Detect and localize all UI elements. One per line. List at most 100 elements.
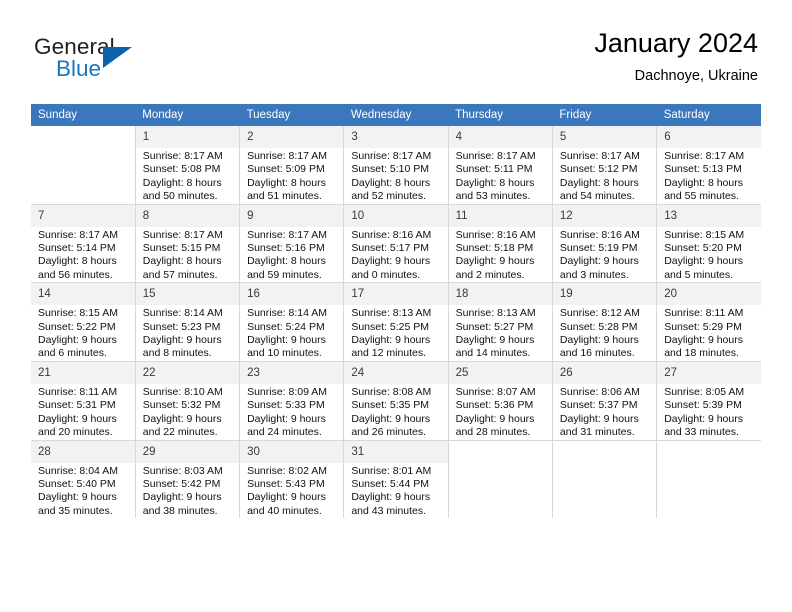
day-detail-line: Sunrise: 8:06 AM bbox=[559, 385, 640, 398]
day-detail-line: and 52 minutes. bbox=[351, 190, 427, 203]
day-detail-lines: Sunrise: 8:06 AM Sunset: 5:37 PM Daylight:… bbox=[553, 384, 656, 440]
day-detail-lines: Sunrise: 8:08 AM Sunset: 5:35 PM Daylight:… bbox=[344, 384, 447, 440]
day-number: 3 bbox=[344, 126, 448, 148]
day-detail-line: Sunrise: 8:16 AM bbox=[351, 228, 432, 241]
day-detail-lines: Sunrise: 8:09 AM Sunset: 5:33 PM Daylight:… bbox=[240, 384, 343, 440]
calendar-day-cell[interactable]: 25 Sunrise: 8:07 AM Sunset: 5:36 PM Dayligh… bbox=[448, 361, 553, 441]
calendar-body: 1 Sunrise: 8:17 AM Sunset: 5:08 PM Daylight… bbox=[31, 126, 761, 519]
day-detail-lines: Sunrise: 8:17 AM Sunset: 5:14 PM Daylight:… bbox=[31, 227, 135, 283]
logo-text-blue: Blue bbox=[56, 56, 102, 81]
day-detail-line: Sunrise: 8:11 AM bbox=[664, 307, 744, 320]
calendar-day-cell[interactable]: 28 Sunrise: 8:04 AM Sunset: 5:40 PM Dayligh… bbox=[31, 440, 136, 519]
calendar-day-cell[interactable]: 2 Sunrise: 8:17 AM Sunset: 5:09 PM Daylight… bbox=[239, 126, 345, 205]
day-detail-line: Daylight: 9 hours bbox=[142, 491, 222, 504]
calendar-day-cell[interactable]: 11 Sunrise: 8:16 AM Sunset: 5:18 PM Dayligh… bbox=[448, 204, 553, 284]
day-detail-line: Daylight: 8 hours bbox=[38, 255, 117, 268]
calendar-day-cell[interactable]: 15 Sunrise: 8:14 AM Sunset: 5:23 PM Dayligh… bbox=[135, 282, 241, 362]
weekday-header-wednesday: Wednesday bbox=[343, 104, 449, 126]
day-detail-lines bbox=[553, 449, 656, 451]
calendar-day-cell[interactable]: 6 Sunrise: 8:17 AM Sunset: 5:13 PM Daylight… bbox=[656, 126, 761, 205]
day-detail-line: Sunrise: 8:08 AM bbox=[351, 385, 432, 398]
day-detail-line: Sunset: 5:40 PM bbox=[38, 477, 116, 490]
day-detail-line: Sunrise: 8:13 AM bbox=[455, 307, 536, 320]
day-detail-line: Sunrise: 8:17 AM bbox=[142, 150, 223, 162]
calendar-day-cell[interactable]: 27 Sunrise: 8:05 AM Sunset: 5:39 PM Dayligh… bbox=[656, 361, 761, 441]
day-detail-line: Sunset: 5:42 PM bbox=[142, 477, 221, 490]
calendar-day-cell[interactable]: 12 Sunrise: 8:16 AM Sunset: 5:19 PM Dayligh… bbox=[552, 204, 658, 284]
calendar-day-cell[interactable]: 3 Sunrise: 8:17 AM Sunset: 5:10 PM Daylight… bbox=[343, 126, 449, 205]
calendar-day-cell[interactable]: 17 Sunrise: 8:13 AM Sunset: 5:25 PM Dayligh… bbox=[343, 282, 449, 362]
calendar-day-cell[interactable]: 18 Sunrise: 8:13 AM Sunset: 5:27 PM Dayligh… bbox=[448, 282, 553, 362]
day-detail-line: Sunset: 5:15 PM bbox=[142, 242, 221, 255]
page-header: General Blue January 2024 Dachnoye, Ukra… bbox=[0, 26, 792, 96]
day-detail-line: and 50 minutes. bbox=[142, 190, 218, 203]
day-detail-line: Sunrise: 8:17 AM bbox=[247, 228, 328, 241]
day-detail-line: Sunrise: 8:16 AM bbox=[559, 228, 640, 241]
day-detail-line: Sunrise: 8:09 AM bbox=[247, 385, 328, 398]
calendar-day-cell[interactable]: 26 Sunrise: 8:06 AM Sunset: 5:37 PM Dayligh… bbox=[552, 361, 658, 441]
calendar-table: Sunday Monday Tuesday Wednesday Thursday Frid… bbox=[31, 104, 761, 519]
day-detail-lines: Sunrise: 8:15 AM Sunset: 5:20 PM Daylight:… bbox=[657, 227, 761, 283]
day-detail-line: and 12 minutes. bbox=[351, 347, 427, 360]
day-detail-line: Sunrise: 8:07 AM bbox=[455, 385, 536, 398]
day-detail-line: and 54 minutes. bbox=[559, 190, 635, 203]
calendar-day-cell[interactable]: 29 Sunrise: 8:03 AM Sunset: 5:42 PM Dayligh… bbox=[135, 440, 241, 519]
day-detail-line: and 31 minutes. bbox=[559, 426, 635, 439]
calendar-day-cell[interactable]: 4 Sunrise: 8:17 AM Sunset: 5:11 PM Daylight… bbox=[448, 126, 553, 205]
calendar-container: Sunday Monday Tuesday Wednesday Thursday Frid… bbox=[31, 104, 761, 519]
day-number: 14 bbox=[31, 283, 135, 306]
day-detail-line: Sunset: 5:08 PM bbox=[142, 163, 221, 176]
day-number: 1 bbox=[135, 126, 240, 148]
calendar-day-cell[interactable]: 1 Sunrise: 8:17 AM Sunset: 5:08 PM Daylight… bbox=[135, 126, 241, 205]
day-number bbox=[657, 440, 761, 449]
day-detail-line: Sunset: 5:27 PM bbox=[455, 320, 534, 333]
calendar-day-cell[interactable]: 31 Sunrise: 8:01 AM Sunset: 5:44 PM Dayligh… bbox=[343, 440, 449, 519]
calendar-day-cell[interactable]: 7 Sunrise: 8:17 AM Sunset: 5:14 PM Daylight… bbox=[31, 204, 136, 284]
day-number: 11 bbox=[448, 204, 552, 227]
calendar-day-cell[interactable]: 14 Sunrise: 8:15 AM Sunset: 5:22 PM Dayligh… bbox=[31, 282, 136, 362]
day-detail-line: Daylight: 9 hours bbox=[351, 255, 431, 268]
day-detail-line: Daylight: 9 hours bbox=[559, 255, 639, 268]
calendar-day-cell[interactable]: 8 Sunrise: 8:17 AM Sunset: 5:15 PM Daylight… bbox=[135, 204, 241, 284]
day-detail-lines: Sunrise: 8:16 AM Sunset: 5:17 PM Daylight:… bbox=[344, 227, 447, 283]
calendar-week-row: 28 Sunrise: 8:04 AM Sunset: 5:40 PM Dayligh… bbox=[31, 440, 761, 519]
calendar-day-cell[interactable]: 9 Sunrise: 8:17 AM Sunset: 5:16 PM Daylight… bbox=[239, 204, 345, 284]
day-detail-lines: Sunrise: 8:03 AM Sunset: 5:42 PM Daylight:… bbox=[136, 463, 239, 519]
calendar-day-cell[interactable]: 19 Sunrise: 8:12 AM Sunset: 5:28 PM Dayligh… bbox=[552, 282, 658, 362]
day-detail-line: Daylight: 8 hours bbox=[559, 176, 639, 189]
day-number: 8 bbox=[135, 204, 240, 227]
day-number: 15 bbox=[135, 283, 240, 306]
day-number: 9 bbox=[240, 204, 344, 227]
day-detail-line: Sunset: 5:44 PM bbox=[351, 477, 429, 490]
day-number: 6 bbox=[657, 126, 761, 148]
day-detail-line: Sunrise: 8:12 AM bbox=[559, 307, 640, 320]
calendar-day-cell[interactable]: 23 Sunrise: 8:09 AM Sunset: 5:33 PM Dayligh… bbox=[239, 361, 345, 441]
day-detail-line: Sunset: 5:29 PM bbox=[664, 320, 742, 333]
calendar-day-cell[interactable]: 24 Sunrise: 8:08 AM Sunset: 5:35 PM Dayligh… bbox=[343, 361, 449, 441]
calendar-day-cell[interactable]: 5 Sunrise: 8:17 AM Sunset: 5:12 PM Daylight… bbox=[552, 126, 658, 205]
day-number: 17 bbox=[344, 283, 448, 306]
day-detail-line: Sunset: 5:14 PM bbox=[38, 242, 116, 255]
day-detail-line: Daylight: 9 hours bbox=[38, 334, 117, 347]
calendar-day-cell[interactable]: 13 Sunrise: 8:15 AM Sunset: 5:20 PM Dayligh… bbox=[656, 204, 761, 284]
day-detail-line: Daylight: 8 hours bbox=[247, 176, 326, 189]
day-detail-lines: Sunrise: 8:17 AM Sunset: 5:13 PM Daylight:… bbox=[657, 148, 761, 204]
day-number: 19 bbox=[552, 283, 657, 306]
day-detail-line: Daylight: 9 hours bbox=[38, 491, 117, 504]
day-detail-lines: Sunrise: 8:14 AM Sunset: 5:24 PM Daylight:… bbox=[240, 305, 343, 361]
day-detail-line: Sunrise: 8:14 AM bbox=[142, 307, 223, 320]
calendar-day-cell[interactable]: 20 Sunrise: 8:11 AM Sunset: 5:29 PM Dayligh… bbox=[656, 282, 761, 362]
day-number: 30 bbox=[240, 440, 344, 463]
calendar-day-cell[interactable]: 16 Sunrise: 8:14 AM Sunset: 5:24 PM Dayligh… bbox=[239, 282, 345, 362]
calendar-day-cell[interactable]: 21 Sunrise: 8:11 AM Sunset: 5:31 PM Dayligh… bbox=[31, 361, 136, 441]
day-number: 21 bbox=[31, 361, 135, 384]
day-detail-lines: Sunrise: 8:17 AM Sunset: 5:09 PM Daylight:… bbox=[240, 148, 343, 204]
day-detail-line: Sunrise: 8:17 AM bbox=[455, 150, 536, 162]
calendar-day-cell[interactable]: 30 Sunrise: 8:02 AM Sunset: 5:43 PM Dayligh… bbox=[239, 440, 345, 519]
calendar-day-cell[interactable]: 22 Sunrise: 8:10 AM Sunset: 5:32 PM Dayligh… bbox=[135, 361, 241, 441]
weekday-header-monday: Monday bbox=[135, 104, 240, 126]
calendar-day-cell[interactable]: 10 Sunrise: 8:16 AM Sunset: 5:17 PM Dayligh… bbox=[343, 204, 449, 284]
day-detail-line: and 51 minutes. bbox=[247, 190, 322, 203]
day-detail-line: Sunset: 5:24 PM bbox=[247, 320, 325, 333]
day-detail-line: and 56 minutes. bbox=[38, 268, 113, 281]
